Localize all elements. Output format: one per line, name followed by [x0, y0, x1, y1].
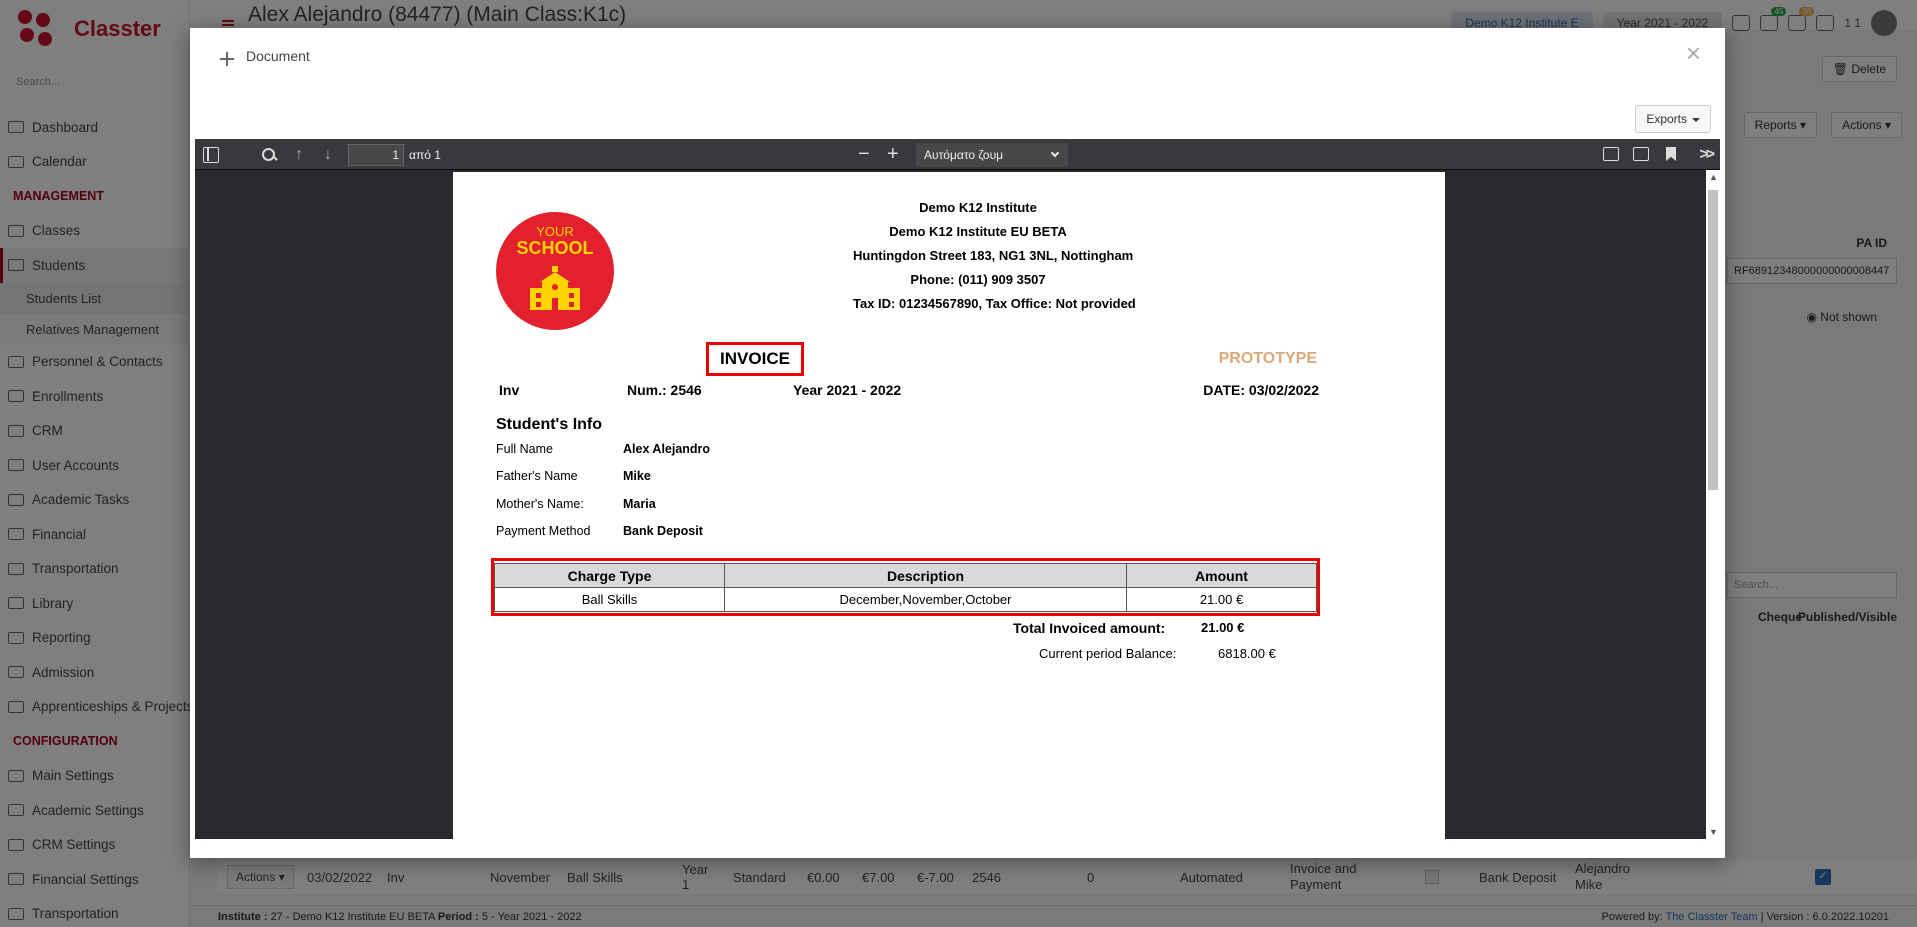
school-building-icon	[530, 266, 580, 310]
bookmark-icon[interactable]	[1666, 147, 1676, 161]
zoom-in-icon[interactable]: +	[887, 143, 899, 165]
invoice-title: INVOICE	[706, 342, 804, 376]
next-page-icon[interactable]: ↓	[320, 147, 336, 163]
page-count: από 1	[409, 148, 441, 162]
zoom-out-icon[interactable]: −	[858, 143, 870, 165]
institute-phone: Phone: (011) 909 3507	[910, 272, 1046, 287]
caret-down-icon	[1692, 117, 1700, 122]
move-icon[interactable]	[220, 52, 234, 66]
invoice-page: YOUR SCHOOL Demo K12 Institute Demo K12 …	[453, 172, 1445, 839]
exports-button[interactable]: Exports	[1635, 105, 1711, 133]
total-label: Total Invoiced amount:	[1013, 620, 1166, 636]
scroll-up-icon[interactable]: ▲	[1709, 172, 1718, 182]
page-number-input[interactable]: 1	[348, 144, 404, 166]
close-icon[interactable]: ×	[1686, 40, 1701, 66]
balance-value: 6818.00 €	[1218, 646, 1276, 661]
logo-text-top: YOUR	[536, 224, 574, 239]
student-info-heading: Student's Info	[496, 416, 603, 433]
previous-page-icon[interactable]: ↑	[291, 147, 307, 163]
scroll-down-icon[interactable]: ▼	[1709, 827, 1718, 837]
pdf-toolbar: ↑ ↓ 1 από 1 − + Αυτόματο ζουμ >>	[195, 139, 1720, 170]
search-icon[interactable]	[261, 147, 277, 163]
chevron-down-icon	[1050, 148, 1060, 158]
balance-label: Current period Balance:	[1039, 646, 1177, 661]
charges-table: Charge Type Description Amount Ball Skil…	[494, 563, 1317, 612]
table-row: Ball Skills December,November,October 21…	[494, 587, 1317, 612]
invoice-type: Inv	[499, 382, 520, 398]
sidebar-toggle-icon[interactable]	[203, 147, 219, 163]
scrollbar-thumb[interactable]	[1708, 190, 1718, 490]
charges-table-highlight: Charge Type Description Amount Ball Skil…	[491, 558, 1320, 616]
invoice-date: DATE: 03/02/2022	[1203, 382, 1319, 398]
col-amount: Amount	[1126, 563, 1317, 588]
amount-cell: 21.00 €	[1126, 587, 1317, 612]
document-modal: Document × Exports ↑ ↓ 1 από 1 − + Αυτόμ…	[190, 28, 1725, 858]
charge-type-cell: Ball Skills	[494, 587, 725, 612]
modal-header: Document	[220, 46, 310, 66]
institute-name: Demo K12 Institute	[919, 200, 1037, 215]
invoice-number: Num.: 2546	[627, 382, 702, 398]
prototype-watermark: PROTOTYPE	[1218, 350, 1317, 367]
save-icon[interactable]	[1633, 147, 1649, 161]
institute-subname: Demo K12 Institute EU BETA	[889, 224, 1067, 239]
institute-tax: Tax ID: 01234567890, Tax Office: Not pro…	[853, 296, 1136, 311]
pdf-viewer: ↑ ↓ 1 από 1 − + Αυτόματο ζουμ >> ▲ ▼ YOU…	[195, 139, 1720, 839]
zoom-select[interactable]: Αυτόματο ζουμ	[916, 143, 1068, 167]
institute-address: Huntingdon Street 183, NG1 3NL, Nottingh…	[853, 248, 1134, 263]
tools-menu-icon[interactable]: >>	[1699, 146, 1715, 164]
description-cell: December,November,October	[724, 587, 1127, 612]
total-value: 21.00 €	[1201, 620, 1245, 635]
col-description: Description	[724, 563, 1127, 588]
logo-text-main: SCHOOL	[516, 238, 594, 258]
invoice-year: Year 2021 - 2022	[793, 382, 902, 398]
col-charge-type: Charge Type	[494, 563, 725, 588]
print-icon[interactable]	[1603, 147, 1619, 161]
pdf-scrollbar[interactable]: ▲ ▼	[1706, 170, 1720, 839]
modal-title: Document	[246, 48, 310, 64]
school-logo: YOUR SCHOOL	[496, 212, 614, 330]
institute-info: Demo K12 Institute Demo K12 Institute EU…	[853, 196, 1136, 316]
